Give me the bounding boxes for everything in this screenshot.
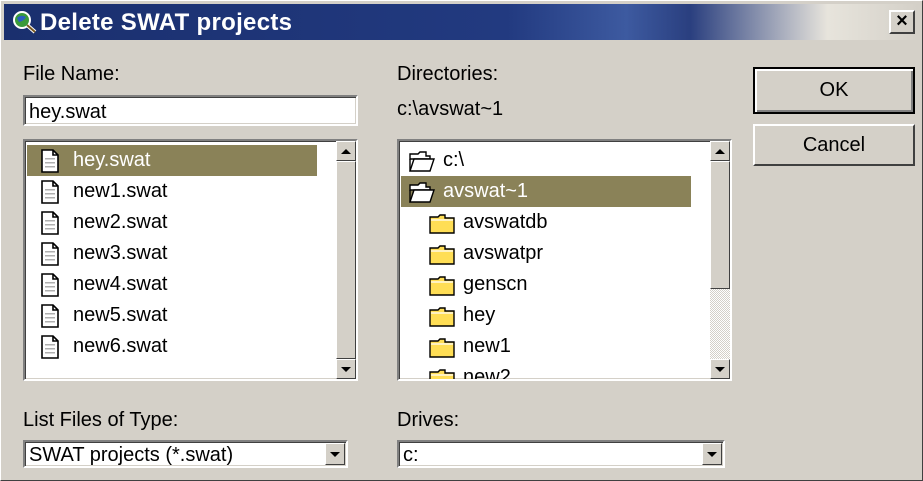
arrow-down-icon: [715, 366, 725, 372]
ok-button[interactable]: OK: [753, 67, 915, 114]
directories-label: Directories:: [397, 63, 499, 85]
file-list-item[interactable]: new2.swat: [27, 207, 317, 238]
scroll-thumb[interactable]: [336, 161, 356, 359]
file-list-item[interactable]: new3.swat: [27, 238, 317, 269]
directory-list-item[interactable]: new1: [401, 331, 691, 362]
file-type-value: SWAT projects (*.swat): [29, 444, 234, 466]
document-icon: [39, 334, 61, 359]
directory-list-item-label: genscn: [463, 273, 528, 295]
scroll-up-button[interactable]: [336, 141, 356, 161]
directory-list-item-label: hey: [463, 304, 496, 326]
folder-icon: [429, 366, 455, 379]
document-icon: [39, 179, 61, 204]
folder-icon: [429, 242, 455, 266]
title-bar[interactable]: Delete SWAT projects ×: [4, 4, 919, 40]
file-list-item-label: new5.swat: [73, 304, 168, 326]
file-list-item[interactable]: new5.swat: [27, 300, 317, 331]
open-folder-icon: [409, 149, 435, 173]
directory-list-item[interactable]: avswatdb: [401, 207, 691, 238]
scroll-down-button[interactable]: [336, 359, 356, 379]
arrow-up-icon: [341, 148, 351, 154]
directory-list-item[interactable]: genscn: [401, 269, 691, 300]
file-list-item[interactable]: new6.swat: [27, 331, 317, 362]
directory-list-item-label: c:\: [443, 149, 465, 171]
file-list-scrollbar[interactable]: [336, 141, 356, 379]
arrow-down-icon: [341, 366, 351, 372]
file-list[interactable]: hey.swat new1.swat new2.swat new3.swat new4.…: [23, 139, 358, 381]
drives-select[interactable]: c:: [397, 440, 725, 468]
folder-icon: [429, 273, 455, 297]
file-list-item-label: hey.swat: [73, 149, 151, 171]
directory-list-item-label: new2: [463, 366, 511, 381]
current-path: c:\avswat~1: [397, 98, 504, 120]
directory-list-scrollbar[interactable]: [710, 141, 730, 379]
file-list-item[interactable]: new1.swat: [27, 176, 317, 207]
close-button[interactable]: ×: [889, 10, 915, 34]
arrow-up-icon: [715, 148, 725, 154]
chevron-down-icon: [707, 451, 717, 457]
drives-label: Drives:: [397, 409, 460, 431]
file-list-item-label: new6.swat: [73, 335, 168, 357]
document-icon: [39, 241, 61, 266]
drives-dropdown-button[interactable]: [702, 443, 722, 465]
directory-list-item-label: avswat~1: [443, 180, 529, 202]
document-icon: [39, 303, 61, 328]
scroll-thumb[interactable]: [710, 161, 730, 289]
delete-swat-projects-dialog: Delete SWAT projects × File Name: hey.sw…: [0, 0, 923, 481]
file-list-item-label: new1.swat: [73, 180, 168, 202]
directory-list-item[interactable]: avswat~1: [401, 176, 691, 207]
file-list-item-label: new2.swat: [73, 211, 168, 233]
file-type-select[interactable]: SWAT projects (*.swat): [23, 440, 348, 468]
file-list-item[interactable]: hey.swat: [27, 145, 317, 176]
window-title: Delete SWAT projects: [40, 9, 293, 36]
file-type-label: List Files of Type:: [23, 409, 179, 431]
scroll-down-button[interactable]: [710, 359, 730, 379]
chevron-down-icon: [330, 451, 340, 457]
directory-list-item[interactable]: hey: [401, 300, 691, 331]
document-icon: [39, 272, 61, 297]
directory-list[interactable]: c:\ avswat~1 avswatdb avswatpr genscn hey new1…: [397, 139, 732, 381]
file-list-item[interactable]: new4.swat: [27, 269, 317, 300]
drives-value: c:: [403, 444, 419, 466]
folder-icon: [429, 304, 455, 328]
cancel-button[interactable]: Cancel: [753, 124, 915, 166]
directory-list-item-label: avswatpr: [463, 242, 544, 264]
open-folder-icon: [409, 180, 435, 204]
file-name-label: File Name:: [23, 63, 120, 85]
directory-list-item[interactable]: new2: [401, 362, 691, 381]
folder-icon: [429, 335, 455, 359]
directory-list-item-label: new1: [463, 335, 511, 357]
document-icon: [39, 210, 61, 235]
file-type-dropdown-button[interactable]: [325, 443, 345, 465]
folder-icon: [429, 211, 455, 235]
directory-list-item-label: avswatdb: [463, 211, 548, 233]
directory-list-item[interactable]: avswatpr: [401, 238, 691, 269]
magnifier-globe-icon: [13, 11, 37, 34]
document-icon: [39, 148, 61, 173]
directory-list-item[interactable]: c:\: [401, 145, 691, 176]
scroll-up-button[interactable]: [710, 141, 730, 161]
file-list-item-label: new3.swat: [73, 242, 168, 264]
file-name-input[interactable]: hey.swat: [23, 95, 358, 126]
file-list-item-label: new4.swat: [73, 273, 168, 295]
